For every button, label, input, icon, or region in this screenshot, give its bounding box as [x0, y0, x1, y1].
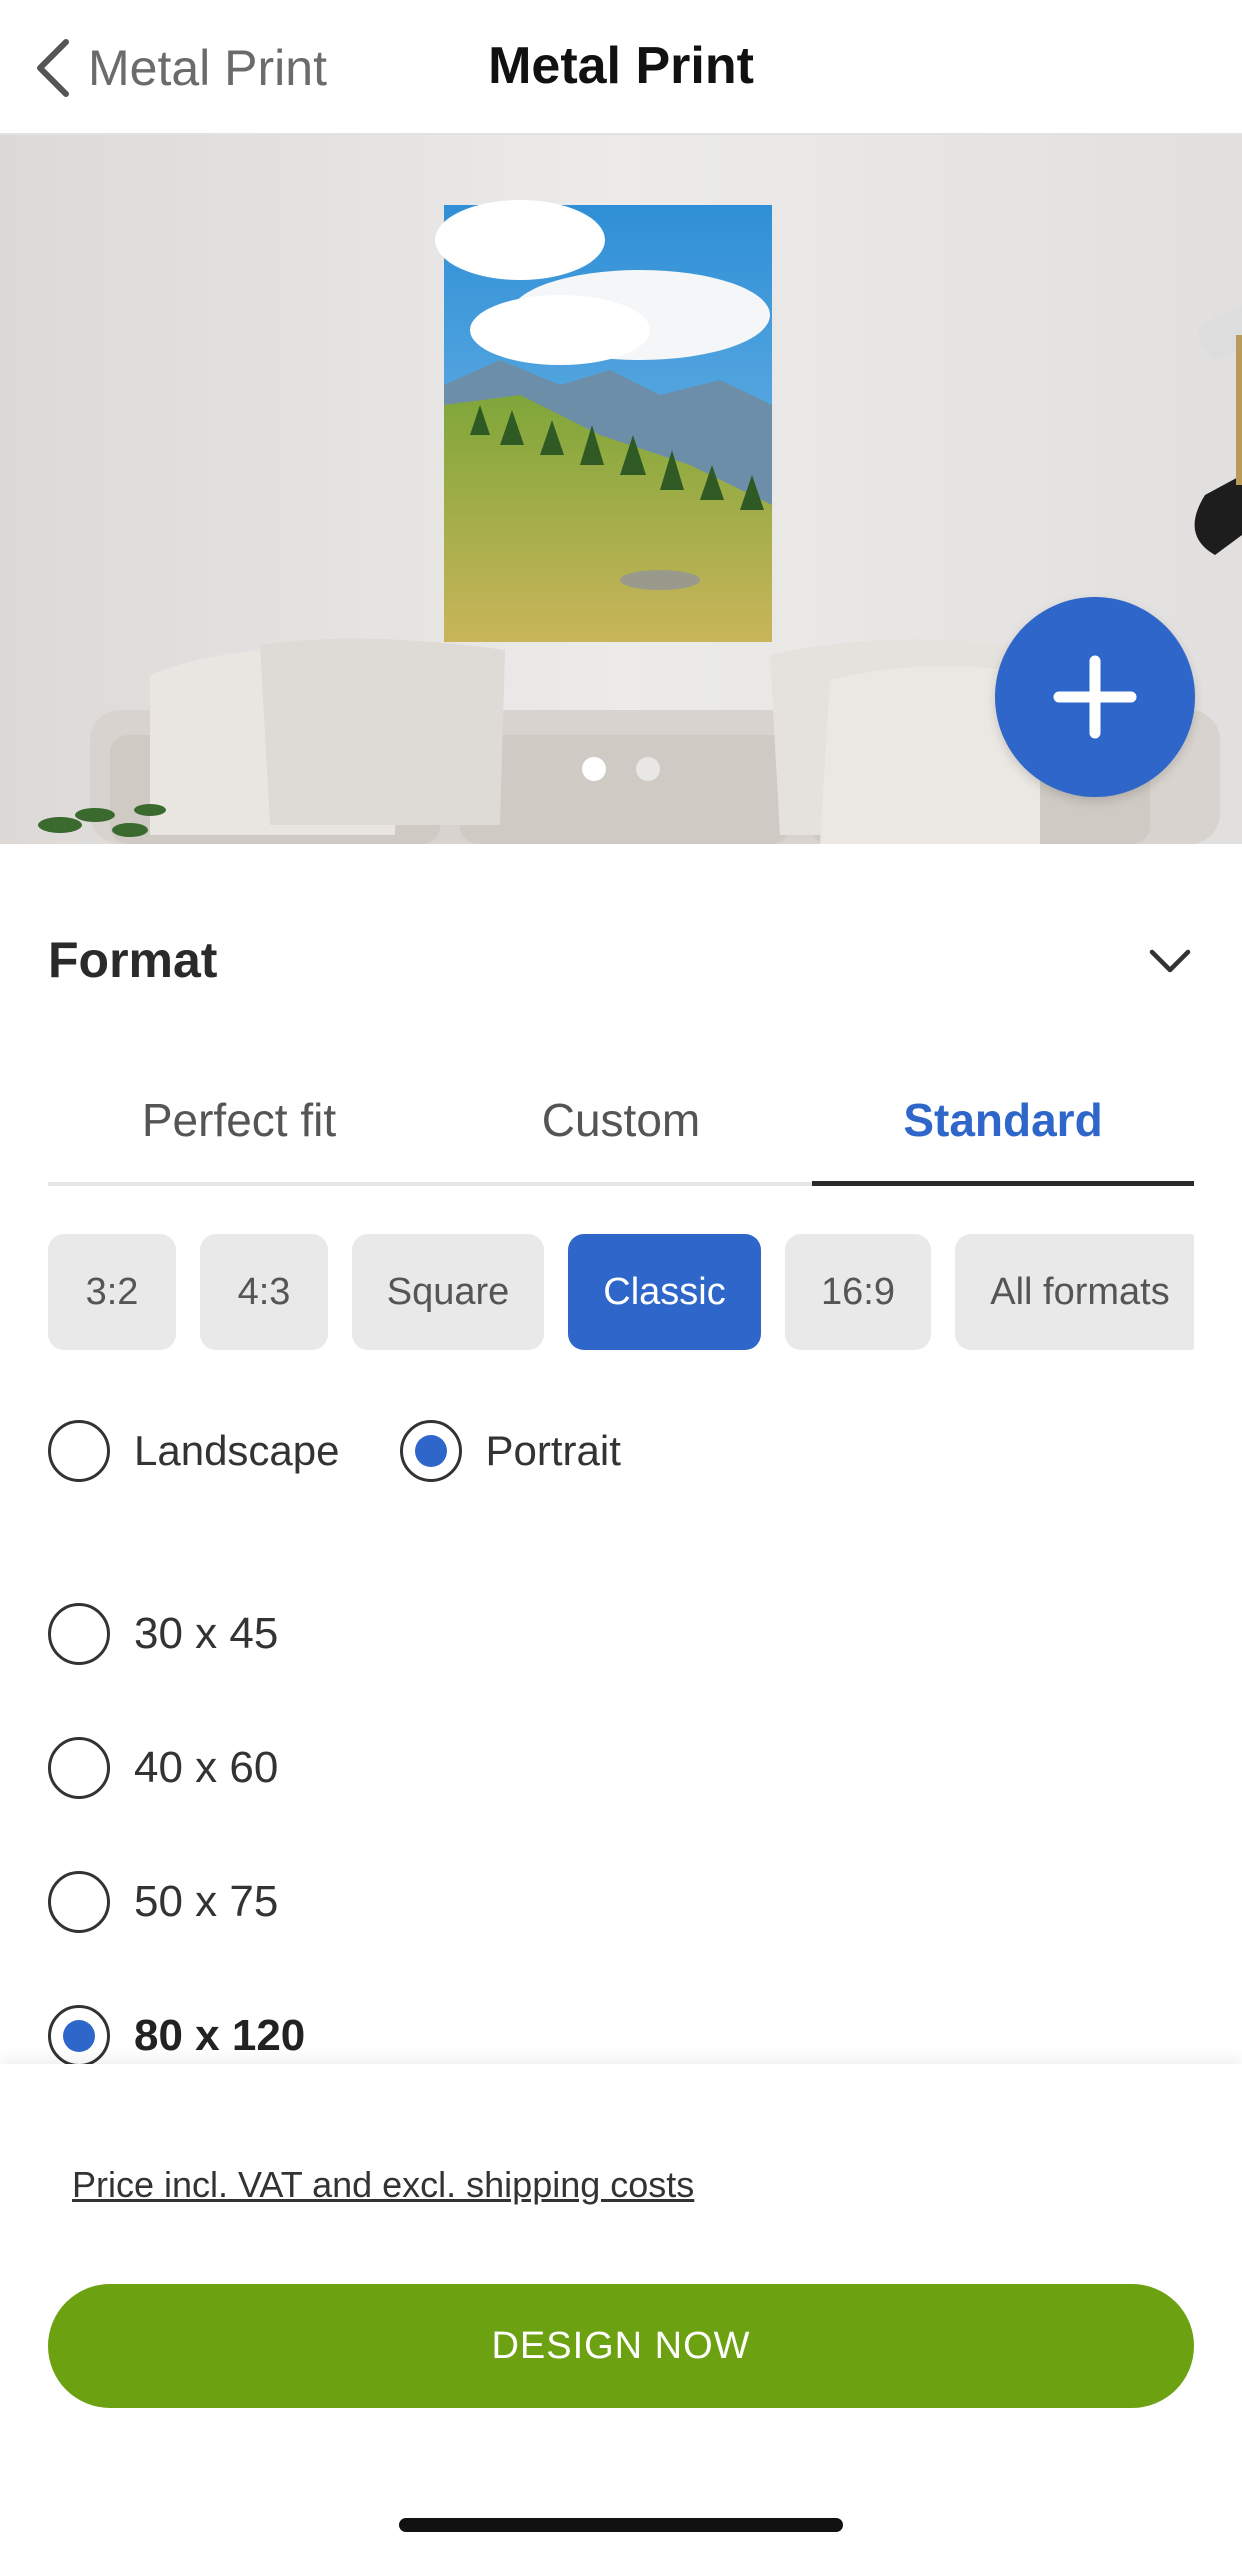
- radio-button-selected[interactable]: [48, 2005, 110, 2067]
- price-info-link[interactable]: Price incl. VAT and excl. shipping costs: [72, 2164, 694, 2206]
- radio-button[interactable]: [48, 1420, 110, 1482]
- chip-all-formats[interactable]: All formats: [955, 1234, 1194, 1350]
- orientation-landscape[interactable]: Landscape: [48, 1420, 340, 1482]
- carousel-dot-1[interactable]: [582, 757, 606, 781]
- page-title: Metal Print: [488, 37, 754, 95]
- radio-button[interactable]: [48, 1737, 110, 1799]
- plus-icon: [1053, 655, 1137, 739]
- size-option[interactable]: 50 x 75: [48, 1835, 1194, 1969]
- size-label: 50 x 75: [134, 1877, 279, 1926]
- carousel-dot-2[interactable]: [636, 757, 660, 781]
- format-tabs: Perfect fit Custom Standard: [48, 1060, 1194, 1186]
- add-button[interactable]: [995, 597, 1195, 797]
- size-option[interactable]: 30 x 45: [48, 1567, 1194, 1701]
- size-options: 30 x 45 40 x 60 50 x 75 80 x 120: [48, 1567, 1194, 2103]
- ratio-chips: 3:2 4:3 Square Classic 16:9 All formats: [48, 1234, 1194, 1350]
- format-title: Format: [48, 932, 218, 988]
- nav-bar: Metal Print Metal Print: [0, 0, 1242, 135]
- size-label: 30 x 45: [134, 1609, 279, 1658]
- size-label: 40 x 60: [134, 1743, 279, 1792]
- tab-perfect-fit[interactable]: Perfect fit: [48, 1060, 430, 1182]
- chip-square[interactable]: Square: [352, 1234, 544, 1350]
- radio-button[interactable]: [48, 1871, 110, 1933]
- format-section-header[interactable]: Format: [48, 920, 1194, 1000]
- chip-classic[interactable]: Classic: [568, 1234, 761, 1350]
- home-indicator: [399, 2518, 843, 2532]
- bottom-action-panel: Price incl. VAT and excl. shipping costs…: [0, 2064, 1242, 2558]
- radio-button[interactable]: [48, 1603, 110, 1665]
- chip-16-9[interactable]: 16:9: [785, 1234, 931, 1350]
- chip-4-3[interactable]: 4:3: [200, 1234, 328, 1350]
- orientation-label: Landscape: [134, 1427, 340, 1474]
- chip-3-2[interactable]: 3:2: [48, 1234, 176, 1350]
- orientation-options: Landscape Portrait: [48, 1420, 681, 1482]
- orientation-label: Portrait: [485, 1427, 621, 1474]
- design-now-button[interactable]: DESIGN NOW: [48, 2284, 1194, 2408]
- tab-standard[interactable]: Standard: [812, 1060, 1194, 1186]
- size-option[interactable]: 40 x 60: [48, 1701, 1194, 1835]
- orientation-portrait[interactable]: Portrait: [399, 1420, 621, 1482]
- chevron-down-icon[interactable]: [1146, 936, 1194, 984]
- size-label: 80 x 120: [134, 2011, 306, 2060]
- tab-custom[interactable]: Custom: [430, 1060, 812, 1182]
- radio-button-selected[interactable]: [399, 1420, 462, 1482]
